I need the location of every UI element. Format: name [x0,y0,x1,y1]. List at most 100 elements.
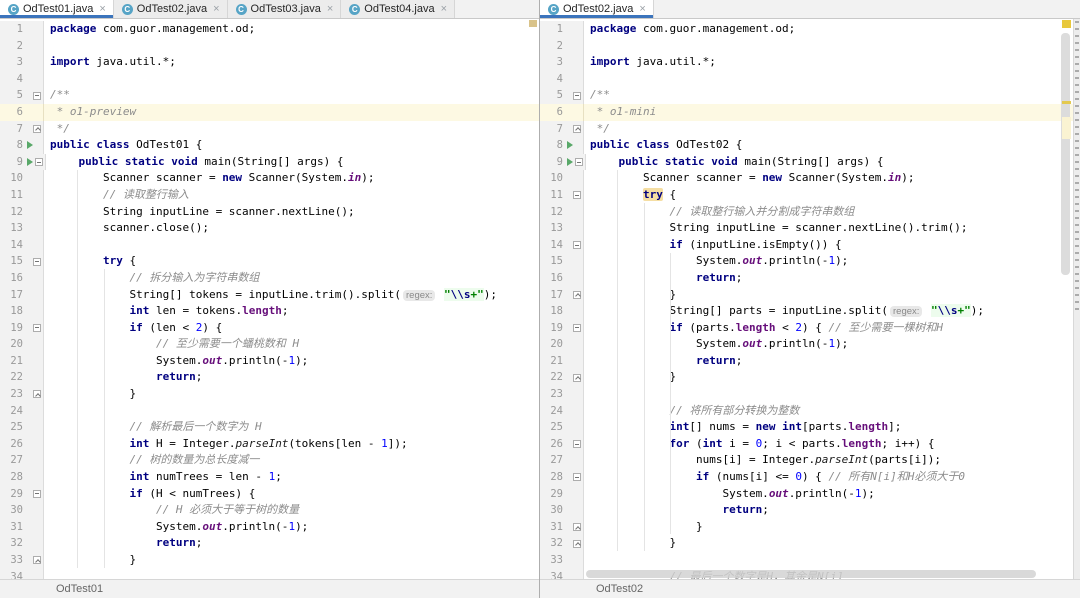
code-line[interactable]: 18 int len = tokens.length; [0,303,539,320]
gutter[interactable]: 16 [0,270,44,287]
close-icon[interactable]: × [97,4,105,15]
code-line[interactable]: 13 scanner.close(); [0,220,539,237]
code-line[interactable]: 6 * o1-mini [540,104,1080,121]
gutter[interactable]: 25 [540,419,584,436]
code-editor-left[interactable]: 1package com.guor.management.od;23import… [0,19,539,579]
run-icon[interactable] [567,141,573,149]
gutter[interactable]: 22 [540,369,584,386]
run-icon[interactable] [27,141,33,149]
fold-icon[interactable] [33,324,41,332]
code-line[interactable]: 16 return; [540,270,1080,287]
gutter[interactable]: 26 [540,436,584,453]
gutter[interactable]: 5 [540,87,584,104]
fold-icon[interactable] [573,324,581,332]
code-line[interactable]: 11 // 读取整行输入 [0,187,539,204]
gutter[interactable]: 9 [0,154,46,171]
code-line[interactable]: 27 nums[i] = Integer.parseInt(parts[i]); [540,452,1080,469]
fold-icon[interactable] [573,440,581,448]
code-line[interactable]: 15 try { [0,253,539,270]
gutter[interactable]: 18 [540,303,584,320]
gutter[interactable]: 30 [540,502,584,519]
gutter[interactable]: 3 [540,54,584,71]
gutter[interactable]: 6 [540,104,584,121]
code-line[interactable]: 2 [0,38,539,55]
code-line[interactable]: 32 } [540,535,1080,552]
gutter[interactable]: 19 [0,320,44,337]
gutter[interactable]: 32 [540,535,584,552]
gutter[interactable]: 23 [0,386,44,403]
gutter[interactable]: 29 [540,486,584,503]
code-line[interactable]: 11 try { [540,187,1080,204]
code-line[interactable]: 9 public static void main(String[] args)… [0,154,539,171]
gutter[interactable]: 30 [0,502,44,519]
gutter[interactable]: 18 [0,303,44,320]
fold-icon[interactable] [35,158,43,166]
fold-icon[interactable] [33,556,41,564]
gutter[interactable]: 19 [540,320,584,337]
gutter[interactable]: 1 [540,21,584,38]
gutter[interactable]: 27 [540,452,584,469]
code-line[interactable]: 25 int[] nums = new int[parts.length]; [540,419,1080,436]
breadcrumb-right[interactable]: OdTest02 [540,579,1080,598]
gutter[interactable]: 4 [540,71,584,88]
gutter[interactable]: 34 [540,569,584,579]
gutter[interactable]: 21 [0,353,44,370]
code-line[interactable]: 1package com.guor.management.od; [0,21,539,38]
fold-icon[interactable] [573,191,581,199]
code-line[interactable]: 12 String inputLine = scanner.nextLine()… [0,204,539,221]
fold-icon[interactable] [573,523,581,531]
gutter[interactable]: 27 [0,452,44,469]
code-line[interactable]: 5/** [540,87,1080,104]
code-line[interactable]: 19 if (len < 2) { [0,320,539,337]
code-line[interactable]: 26 for (int i = 0; i < parts.length; i++… [540,436,1080,453]
code-line[interactable]: 21 return; [540,353,1080,370]
fold-icon[interactable] [575,158,583,166]
gutter[interactable]: 10 [0,170,44,187]
close-icon[interactable]: × [439,4,447,15]
gutter[interactable]: 20 [540,336,584,353]
code-line[interactable]: 17 String[] tokens = inputLine.trim().sp… [0,287,539,304]
code-line[interactable]: 24 [0,403,539,420]
fold-icon[interactable] [33,258,41,266]
code-line[interactable]: 27 // 树的数量为总长度减一 [0,452,539,469]
code-line[interactable]: 21 System.out.println(-1); [0,353,539,370]
breadcrumb-item[interactable]: OdTest02 [596,583,643,595]
code-line[interactable]: 15 System.out.println(-1); [540,253,1080,270]
gutter[interactable]: 12 [0,204,44,221]
close-icon[interactable]: × [637,4,645,15]
code-line[interactable]: 19 if (parts.length < 2) { // 至少需要一棵树和H [540,320,1080,337]
code-line[interactable]: 34 [0,569,539,579]
gutter[interactable]: 15 [0,253,44,270]
gutter[interactable]: 10 [540,170,584,187]
tab-odtest02-right[interactable]: C OdTest02.java × [540,0,654,18]
code-line[interactable]: 29 if (H < numTrees) { [0,486,539,503]
code-line[interactable]: 25 // 解析最后一个数字为 H [0,419,539,436]
breadcrumb-left[interactable]: OdTest01 [0,579,539,598]
gutter[interactable]: 4 [0,71,44,88]
code-line[interactable]: 7 */ [0,121,539,138]
gutter[interactable]: 13 [0,220,44,237]
fold-icon[interactable] [573,92,581,100]
code-line[interactable]: 30 // H 必须大于等于树的数量 [0,502,539,519]
code-line[interactable]: 20 // 至少需要一个蟠桃数和 H [0,336,539,353]
gutter[interactable]: 17 [540,287,584,304]
gutter[interactable]: 16 [540,270,584,287]
code-line[interactable]: 13 String inputLine = scanner.nextLine()… [540,220,1080,237]
gutter[interactable]: 3 [0,54,44,71]
tab-odtest03[interactable]: C OdTest03.java × [228,0,342,18]
gutter[interactable]: 8 [0,137,44,154]
code-line[interactable]: 24 // 将所有部分转换为整数 [540,403,1080,420]
code-line[interactable]: 28 if (nums[i] <= 0) { // 所有N[i]和H必须大于0 [540,469,1080,486]
gutter[interactable]: 11 [540,187,584,204]
fold-icon[interactable] [573,125,581,133]
code-line[interactable]: 2 [540,38,1080,55]
gutter[interactable]: 13 [540,220,584,237]
gutter[interactable]: 25 [0,419,44,436]
scrollbar-left[interactable] [526,19,539,579]
code-line[interactable]: 29 System.out.println(-1); [540,486,1080,503]
gutter[interactable]: 21 [540,353,584,370]
code-line[interactable]: 3import java.util.*; [0,54,539,71]
code-editor-right[interactable]: 1package com.guor.management.od;23import… [540,19,1080,579]
fold-icon[interactable] [573,374,581,382]
code-line[interactable]: 33 [540,552,1080,569]
